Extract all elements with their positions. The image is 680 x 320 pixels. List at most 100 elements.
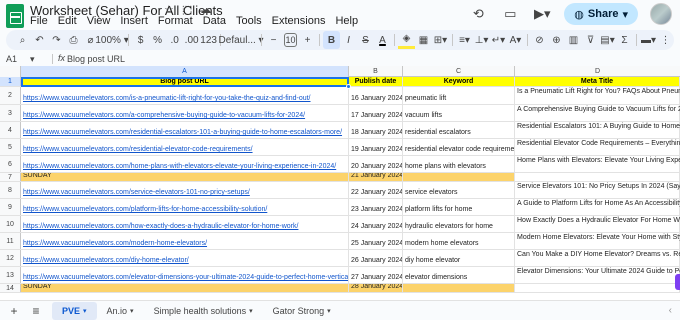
cell-date[interactable]: 25 January 2024 xyxy=(349,233,403,249)
header-cell-meta[interactable]: Meta Title xyxy=(515,77,680,86)
cell-keyword[interactable]: residential elevator code requirements xyxy=(403,139,515,155)
chevron-down-icon[interactable]: ▾ xyxy=(83,307,87,315)
menu-format[interactable]: Format xyxy=(158,15,193,27)
row-number[interactable]: 3 xyxy=(0,105,21,121)
formula-input[interactable]: Blog post URL xyxy=(67,54,125,64)
cell-date[interactable]: 18 January 2024 xyxy=(349,122,403,138)
search-menus-icon[interactable]: ⌕ xyxy=(14,31,31,49)
cell-keyword[interactable] xyxy=(403,173,515,181)
cell-keyword[interactable]: service elevators xyxy=(403,182,515,198)
cell-meta[interactable]: Residential Elevator Code Requirements –… xyxy=(515,139,680,155)
column-header-c[interactable]: C xyxy=(403,66,515,77)
cell-date[interactable]: 28 January 2024 xyxy=(349,284,403,292)
header-cell-keyword[interactable]: Keyword xyxy=(403,77,515,86)
strikethrough-button[interactable]: S xyxy=(357,31,374,49)
font-size-decrease-button[interactable]: − xyxy=(265,31,282,49)
insert-chart-icon[interactable]: ▥ xyxy=(565,31,582,49)
cell-meta[interactable]: How Exactly Does a Hydraulic Elevator Fo… xyxy=(515,216,680,232)
insert-link-icon[interactable]: ⊘ xyxy=(531,31,548,49)
history-icon[interactable]: ⟲ xyxy=(468,4,488,24)
sheet-tab[interactable]: Gator Strong ▾ xyxy=(263,302,341,320)
row-number[interactable]: 10 xyxy=(0,216,21,232)
cell-date[interactable]: 20 January 2024 xyxy=(349,156,403,172)
cell-url[interactable]: https://www.vacuumelevators.com/home-pla… xyxy=(21,156,349,172)
zoom-select[interactable]: 100% ▾ xyxy=(95,31,128,49)
row-number[interactable]: 6 xyxy=(0,156,21,172)
menu-edit[interactable]: Edit xyxy=(58,15,77,27)
cell-date[interactable]: 16 January 2024 xyxy=(349,87,403,104)
cell-meta[interactable]: Is a Pneumatic Lift Right for You? FAQs … xyxy=(515,87,680,104)
cell-url[interactable]: SUNDAY xyxy=(21,173,349,181)
menu-extensions[interactable]: Extensions xyxy=(272,15,326,27)
cell-date[interactable]: 26 January 2024 xyxy=(349,250,403,266)
print-icon[interactable]: ⎙ xyxy=(65,31,82,49)
filter-icon[interactable]: ⊽ xyxy=(582,31,599,49)
decrease-decimal-button[interactable]: .0 xyxy=(166,31,183,49)
insert-comment-icon[interactable]: ⊕ xyxy=(548,31,565,49)
cell-url[interactable]: https://www.vacuumelevators.com/modern-h… xyxy=(21,233,349,249)
row-number[interactable]: 7 xyxy=(0,173,21,181)
name-box-dropdown-icon[interactable]: ▾ xyxy=(30,54,35,65)
menu-file[interactable]: File xyxy=(30,15,48,27)
meet-icon[interactable]: ▶▾ xyxy=(532,4,552,24)
cell-keyword[interactable] xyxy=(403,284,515,292)
row-number[interactable]: 9 xyxy=(0,199,21,215)
share-button[interactable]: ◍ Share ▾ xyxy=(564,3,638,25)
more-options-icon[interactable]: ⋮ xyxy=(657,31,674,49)
cell-url[interactable]: https://www.vacuumelevators.com/resident… xyxy=(21,122,349,138)
sheet-tab[interactable]: PVE ▾ xyxy=(52,301,97,320)
cell-date[interactable]: 17 January 2024 xyxy=(349,105,403,121)
column-header-a[interactable]: A xyxy=(21,66,349,77)
row-number[interactable]: 1 xyxy=(0,77,21,86)
cell-url[interactable]: https://www.vacuumelevators.com/service-… xyxy=(21,182,349,198)
bold-button[interactable]: B xyxy=(323,31,340,49)
cell-meta[interactable]: Residential Escalators 101: A Buying Gui… xyxy=(515,122,680,138)
cell-meta[interactable] xyxy=(515,173,680,181)
menu-insert[interactable]: Insert xyxy=(120,15,148,27)
avatar[interactable] xyxy=(650,3,672,25)
sheet-tab[interactable]: Simple health solutions ▾ xyxy=(144,302,263,320)
currency-format-button[interactable]: $ xyxy=(132,31,149,49)
menu-view[interactable]: View xyxy=(87,15,111,27)
percent-format-button[interactable]: % xyxy=(149,31,166,49)
cell-meta[interactable]: Can You Make a DIY Home Elevator? Dreams… xyxy=(515,250,680,266)
cell-meta[interactable]: Elevator Dimensions: Your Ultimate 2024 … xyxy=(515,267,680,283)
row-number[interactable]: 13 xyxy=(0,267,21,283)
header-cell-date[interactable]: Publish date xyxy=(349,77,403,86)
cell-keyword[interactable]: elevator dimensions xyxy=(403,267,515,283)
cell-url[interactable]: https://www.vacuumelevators.com/a-compre… xyxy=(21,105,349,121)
input-tools-icon[interactable]: ▬▾ xyxy=(640,31,657,49)
cell-keyword[interactable]: pneumatic lift xyxy=(403,87,515,104)
fill-handle[interactable] xyxy=(346,84,351,89)
cell-date[interactable]: 27 January 2024 xyxy=(349,267,403,283)
text-rotation-icon[interactable]: A▾ xyxy=(507,31,524,49)
all-sheets-icon[interactable]: ≡ xyxy=(28,304,44,318)
merge-cells-icon[interactable]: ⊞▾ xyxy=(432,31,449,49)
select-all-corner[interactable] xyxy=(0,66,21,77)
cell-keyword[interactable]: residential escalators xyxy=(403,122,515,138)
cell-keyword[interactable]: hydraulic elevators for home xyxy=(403,216,515,232)
cell-url[interactable]: https://www.vacuumelevators.com/resident… xyxy=(21,139,349,155)
horizontal-align-icon[interactable]: ≡▾ xyxy=(456,31,473,49)
chevron-down-icon[interactable]: ▾ xyxy=(130,307,134,315)
cell-url[interactable]: https://www.vacuumelevators.com/elevator… xyxy=(21,267,349,283)
font-size-box[interactable]: 10 xyxy=(282,31,299,49)
vertical-align-icon[interactable]: ⊥▾ xyxy=(473,31,490,49)
spreadsheet-grid[interactable]: A B C D 1 Blog post URL Publish date Keywor… xyxy=(0,66,680,300)
increase-decimal-button[interactable]: .00 xyxy=(183,31,200,49)
row-number[interactable]: 12 xyxy=(0,250,21,266)
row-number[interactable]: 8 xyxy=(0,182,21,198)
cell-url[interactable]: https://www.vacuumelevators.com/is-a-pne… xyxy=(21,87,349,104)
font-size-increase-button[interactable]: + xyxy=(299,31,316,49)
cell-meta[interactable]: Modern Home Elevators: Elevate Your Home… xyxy=(515,233,680,249)
cell-meta[interactable]: Home Plans with Elevators: Elevate Your … xyxy=(515,156,680,172)
header-cell-url[interactable]: Blog post URL xyxy=(21,77,349,86)
row-number[interactable]: 5 xyxy=(0,139,21,155)
redo-icon[interactable]: ↷ xyxy=(48,31,65,49)
text-color-button[interactable]: A xyxy=(374,31,391,49)
cell-date[interactable]: 19 January 2024 xyxy=(349,139,403,155)
cell-date[interactable]: 22 January 2024 xyxy=(349,182,403,198)
cell-date[interactable]: 24 January 2024 xyxy=(349,216,403,232)
cell-keyword[interactable]: vacuum lifts xyxy=(403,105,515,121)
cell-meta[interactable]: A Comprehensive Buying Guide to Vacuum L… xyxy=(515,105,680,121)
